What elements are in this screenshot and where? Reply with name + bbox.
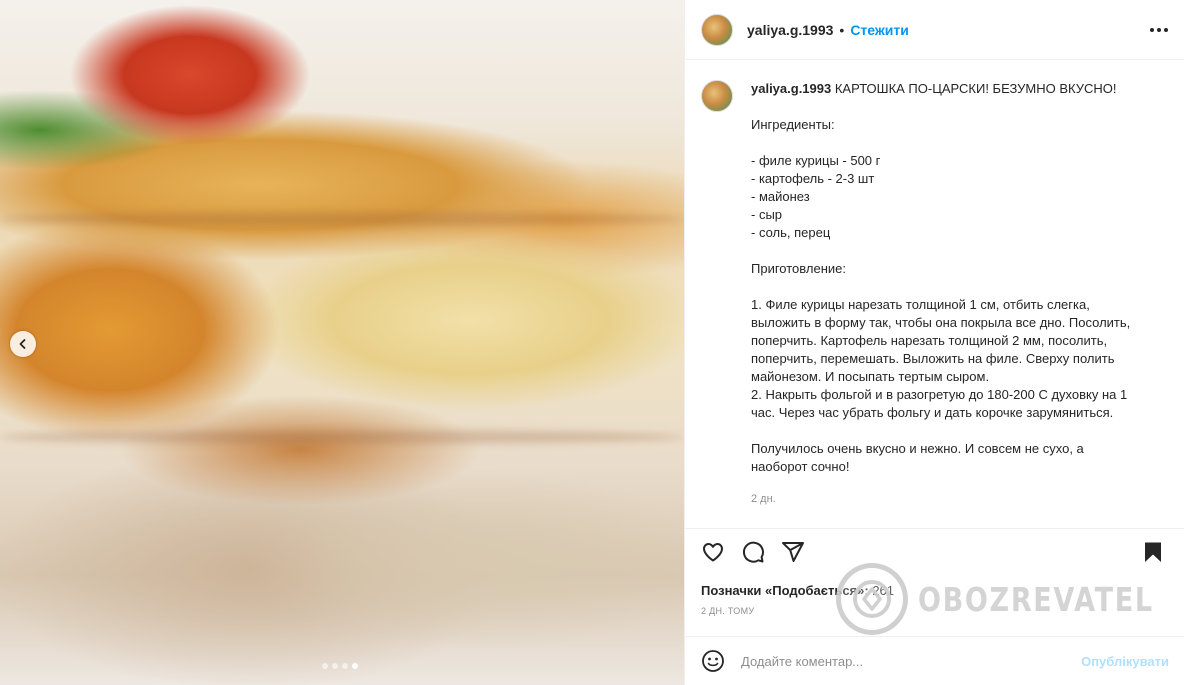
likes-number: 261 [872,583,895,598]
action-icons-row [701,539,1169,565]
preparation-line: 1. Филе курицы нарезать толщиной 1 см, о… [751,297,1090,312]
ingredient-item: - сыр [751,207,783,222]
more-icon [1150,27,1154,32]
comment-button[interactable] [741,540,765,564]
ingredient-item: - филе курицы - 500 г [751,153,881,168]
emoji-button[interactable] [701,649,725,673]
caption-avatar[interactable] [701,80,733,112]
caption-text: yaliya.g.1993 КАРТОШКА ПО-ЦАРСКИ! БЕЗУМН… [751,80,1168,520]
header-separator: • [839,21,845,38]
preparation-line: поперчить. Картофель нарезать толщиной 2… [751,333,1108,348]
share-button[interactable] [781,540,805,564]
caption-gap [751,98,1168,116]
carousel-dot [352,663,358,669]
post-side-panel: yaliya.g.1993 • Стежити yaliya.g.1993 КА… [684,0,1184,685]
photo-crust-layer [0,212,684,226]
caption-gap [751,422,1168,440]
carousel-dot [322,663,328,669]
ingredient-item: - майонез [751,189,810,204]
post-photo[interactable] [0,0,684,685]
preparation-line: час. Через час убрать фольгу и дать коро… [751,405,1114,420]
post-header: yaliya.g.1993 • Стежити [685,0,1184,60]
caption-age[interactable]: 2 дн. [751,490,1168,508]
carousel-dots [322,663,358,669]
emoji-icon [702,650,724,672]
caption-gap [751,242,1168,260]
preparation-line: 2. Накрыть фольгой и в разогретую до 180… [751,387,1128,402]
photo-crust-layer [0,430,684,444]
more-options-button[interactable] [1150,22,1168,38]
chevron-left-icon [19,339,26,349]
carousel-prev-button[interactable] [10,331,36,357]
preparation-line: выложить в форму так, чтобы она покрыла … [751,315,1131,330]
comment-icon [742,541,764,563]
like-button[interactable] [701,540,725,564]
caption-gap [751,134,1168,152]
caption-gap [751,278,1168,296]
header-username[interactable]: yaliya.g.1993 [747,22,833,38]
comment-form: Опублікувати [685,636,1184,685]
caption-title: КАРТОШКА ПО-ЦАРСКИ! БЕЗУМНО ВКУСНО! [834,81,1117,96]
follow-button[interactable]: Стежити [850,22,909,38]
save-button[interactable] [1141,540,1165,564]
ingredient-item: - соль, перец [751,225,831,240]
caption-username[interactable]: yaliya.g.1993 [751,81,831,96]
carousel-dot [342,663,348,669]
caption-area: yaliya.g.1993 КАРТОШКА ПО-ЦАРСКИ! БЕЗУМН… [685,60,1184,520]
post-date[interactable]: 2 дн. тому [701,606,1169,616]
avatar[interactable] [701,13,733,46]
comment-input[interactable] [741,653,1082,669]
post-actions: Позначки «Подобається»: 261 2 дн. тому [685,528,1184,616]
carousel-dot [332,663,338,669]
closing-line: Получилось очень вкусно и нежно. И совсе… [751,441,1084,456]
caption-title-line: yaliya.g.1993 КАРТОШКА ПО-ЦАРСКИ! БЕЗУМН… [751,80,1168,98]
likes-label: Позначки «Подобається»: [701,583,873,598]
more-icon-dot [1164,27,1168,32]
ingredients-heading: Ингредиенты: [751,117,835,132]
more-icon-dot [1157,27,1161,32]
share-icon [782,542,804,562]
publish-button[interactable]: Опублікувати [1081,654,1169,669]
heart-icon [703,543,723,562]
preparation-line: поперчить, перемешать. Выложить на филе.… [751,351,1115,366]
bookmark-icon [1145,542,1161,562]
preparation-heading: Приготовление: [751,261,846,276]
closing-line: наоборот сочно! [751,459,850,474]
preparation-line: майонезом. И посыпать тертым сыром. [751,369,990,384]
likes-count[interactable]: Позначки «Подобається»: 261 [701,583,1169,598]
ingredient-item: - картофель - 2-3 шт [751,171,875,186]
